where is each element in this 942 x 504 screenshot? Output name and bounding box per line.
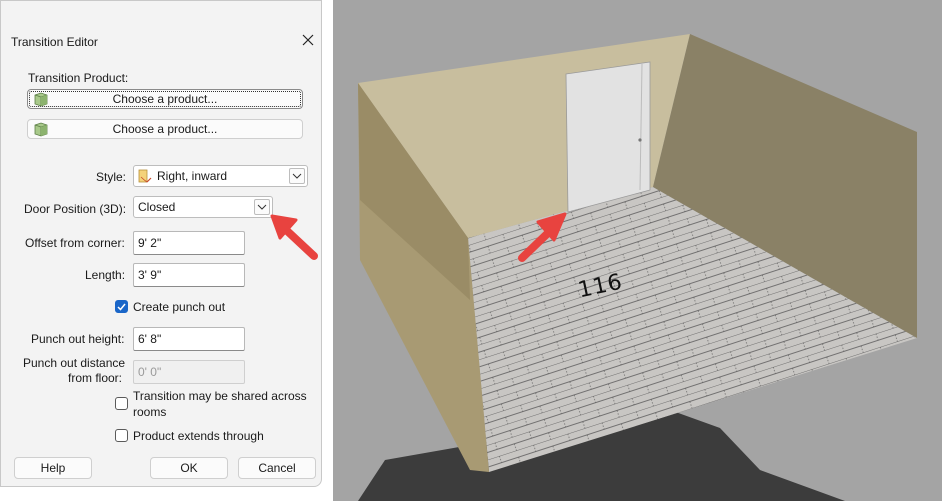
close-button[interactable] xyxy=(297,29,319,51)
cancel-button[interactable]: Cancel xyxy=(238,457,316,479)
punch-height-label: Punch out height: xyxy=(31,332,125,346)
help-button[interactable]: Help xyxy=(14,457,92,479)
shared-across-rooms-checkbox[interactable] xyxy=(115,397,128,410)
length-label: Length: xyxy=(85,268,126,282)
style-label: Style: xyxy=(96,170,127,184)
choose-product-button-2-label: Choose a product... xyxy=(112,122,218,136)
product-cube-icon xyxy=(34,92,48,107)
punch-height-field[interactable]: 6' 8" xyxy=(133,327,245,351)
3d-view[interactable]: 116 xyxy=(333,0,942,501)
annotation-arrow-icon xyxy=(270,214,318,260)
product-extends-label: Product extends through xyxy=(133,429,264,443)
punch-distance-field: 0' 0" xyxy=(133,360,245,384)
create-punch-out-checkbox[interactable] xyxy=(115,300,128,313)
shared-label-line2: rooms xyxy=(133,405,167,419)
choose-product-button-1[interactable]: Choose a product... xyxy=(27,89,303,109)
style-dropdown[interactable]: Right, inward xyxy=(133,165,308,187)
choose-product-button-2[interactable]: Choose a product... xyxy=(27,119,303,139)
checkmark-icon xyxy=(117,303,126,311)
dialog-title: Transition Editor xyxy=(11,35,98,49)
shared-label-line1: Transition may be shared across xyxy=(133,389,307,403)
door-position-label: Door Position (3D): xyxy=(24,202,127,216)
punch-distance-label-line1: Punch out distance xyxy=(23,356,126,370)
door-style-icon xyxy=(138,169,152,183)
product-cube-icon xyxy=(34,122,48,137)
chevron-down-icon xyxy=(289,168,305,184)
length-field[interactable]: 3' 9" xyxy=(133,263,245,287)
offset-field[interactable]: 9' 2" xyxy=(133,231,245,255)
room-3d-render xyxy=(333,0,942,501)
door-position-dropdown[interactable]: Closed xyxy=(133,196,273,218)
punch-distance-label-line2: from floor: xyxy=(68,371,123,385)
style-dropdown-value: Right, inward xyxy=(157,169,228,183)
product-extends-checkbox[interactable] xyxy=(115,429,128,442)
ok-button[interactable]: OK xyxy=(150,457,228,479)
close-icon xyxy=(302,34,314,46)
offset-label: Offset from corner: xyxy=(25,236,125,250)
transition-product-label: Transition Product: xyxy=(28,71,129,85)
door-position-value: Closed xyxy=(138,200,176,214)
choose-product-button-1-label: Choose a product... xyxy=(112,92,218,106)
create-punch-out-label: Create punch out xyxy=(133,300,226,314)
